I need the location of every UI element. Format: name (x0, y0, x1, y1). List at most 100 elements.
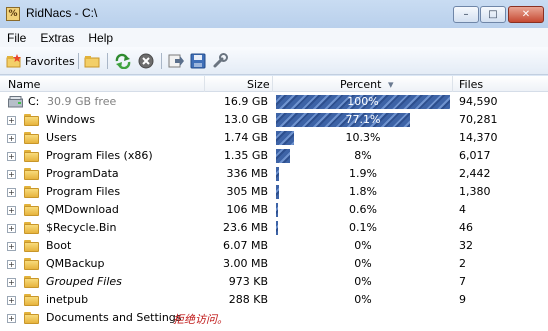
files-cell: 46 (459, 221, 473, 234)
size-cell: 305 MB (226, 185, 268, 198)
folder-name: ProgramData (46, 167, 119, 180)
folder-icon (24, 114, 39, 126)
column-files[interactable]: Files (459, 78, 483, 91)
folder-row[interactable]: + Program Files 305 MB 1.8% 1,380 (0, 183, 548, 201)
drive-row[interactable]: C: 30.9 GB free 16.9 GB 100% 94,590 (0, 93, 548, 111)
expand-toggle-icon[interactable]: + (7, 152, 16, 161)
folder-row[interactable]: + QMDownload 106 MB 0.6% 4 (0, 201, 548, 219)
open-folder-icon (84, 56, 100, 68)
files-cell: 4 (459, 203, 466, 216)
percent-cell: 1.9% (349, 167, 377, 180)
app-icon: % (6, 7, 20, 21)
size-cell: 23.6 MB (222, 221, 268, 234)
folder-icon (24, 168, 39, 180)
folder-name: Windows (46, 113, 96, 126)
folder-name: inetpub (46, 293, 89, 306)
percent-cell: 10.3% (345, 131, 381, 144)
column-name[interactable]: Name (8, 78, 40, 91)
expand-toggle-icon[interactable]: + (7, 224, 16, 233)
expand-toggle-icon[interactable]: + (7, 260, 16, 269)
size-cell: 13.0 GB (223, 113, 268, 126)
folder-row[interactable]: + inetpub 288 KB 0% 9 (0, 291, 548, 309)
files-cell: 1,380 (459, 185, 491, 198)
expand-toggle-icon[interactable]: + (7, 170, 16, 179)
folder-row[interactable]: + Users 1.74 GB 10.3% 14,370 (0, 129, 548, 147)
size-cell: 3.00 MB (222, 257, 268, 270)
folder-icon (24, 150, 39, 162)
toolbar-separator (161, 53, 162, 69)
files-cell: 32 (459, 239, 473, 252)
menu-extras[interactable]: Extras (33, 31, 81, 45)
folder-icon (24, 204, 39, 216)
maximize-button[interactable]: □ (480, 6, 506, 23)
percent-cell: 100% (347, 95, 379, 108)
folder-icon (24, 258, 39, 270)
percent-cell: 8% (354, 149, 372, 162)
expand-toggle-icon[interactable]: + (7, 116, 16, 125)
folder-row[interactable]: + Documents and Settings 拒绝访问。 (0, 309, 548, 327)
column-divider[interactable] (452, 76, 453, 92)
folder-name: Program Files (x86) (46, 149, 153, 162)
menu-help[interactable]: Help (81, 31, 120, 45)
expand-toggle-icon[interactable]: + (7, 314, 16, 323)
save-button[interactable] (190, 52, 206, 70)
expand-toggle-icon[interactable]: + (7, 242, 16, 251)
files-cell: 70,281 (459, 113, 498, 126)
size-cell: 1.74 GB (223, 131, 268, 144)
toolbar-separator (107, 53, 108, 69)
refresh-button[interactable] (114, 52, 132, 70)
access-denied-text: 拒绝访问。 (173, 313, 228, 326)
folder-icon (24, 276, 39, 288)
favorites-button[interactable]: Favorites (6, 52, 75, 70)
folder-name: Boot (46, 239, 72, 252)
expand-toggle-icon[interactable]: + (7, 188, 16, 197)
export-icon (168, 54, 184, 68)
column-percent[interactable]: Percent (340, 78, 381, 91)
percent-cell: 0.6% (349, 203, 377, 216)
expand-toggle-icon[interactable]: + (7, 206, 16, 215)
folder-icon (24, 240, 39, 252)
percent-cell: 0% (354, 239, 372, 252)
column-divider[interactable] (204, 76, 205, 92)
folder-name: Program Files (46, 185, 121, 198)
column-divider[interactable] (272, 76, 273, 92)
folder-icon (24, 312, 39, 324)
folder-row[interactable]: + $Recycle.Bin 23.6 MB 0.1% 46 (0, 219, 548, 237)
folder-row[interactable]: + Program Files (x86) 1.35 GB 8% 6,017 (0, 147, 548, 165)
files-cell: 94,590 (459, 95, 498, 108)
size-cell: 16.9 GB (223, 95, 268, 108)
files-cell: 14,370 (459, 131, 498, 144)
toolbar: Favorites (0, 47, 548, 75)
folder-name: Grouped Files (46, 275, 122, 288)
wrench-icon (213, 53, 228, 68)
folder-icon (24, 294, 39, 306)
minimize-button[interactable]: – (453, 6, 479, 23)
menu-file[interactable]: File (0, 31, 33, 45)
folder-row[interactable]: + Boot 6.07 MB 0% 32 (0, 237, 548, 255)
expand-toggle-icon[interactable]: + (7, 278, 16, 287)
size-cell: 336 MB (226, 167, 268, 180)
open-folder-button[interactable] (84, 52, 100, 70)
title-bar: % RidNacs - C:\ – □ ✕ (0, 0, 548, 28)
folder-row[interactable]: + Windows 13.0 GB 77.1% 70,281 (0, 111, 548, 129)
folder-row[interactable]: + ProgramData 336 MB 1.9% 2,442 (0, 165, 548, 183)
drive-label: C: (28, 95, 40, 108)
folder-name: Users (46, 131, 77, 144)
folder-row[interactable]: + QMBackup 3.00 MB 0% 2 (0, 255, 548, 273)
settings-button[interactable] (212, 52, 228, 70)
expand-toggle-icon[interactable]: + (7, 134, 16, 143)
export-button[interactable] (168, 52, 184, 70)
percent-cell: 0% (354, 293, 372, 306)
favorites-label: Favorites (25, 54, 75, 68)
refresh-icon (115, 53, 131, 69)
stop-button[interactable] (138, 52, 154, 70)
column-size[interactable]: Size (247, 78, 270, 91)
column-header: Name Size Percent ▾ Files (0, 76, 548, 92)
folder-icon (24, 186, 39, 198)
folder-row[interactable]: + Grouped Files 973 KB 0% 7 (0, 273, 548, 291)
close-button[interactable]: ✕ (508, 6, 544, 23)
files-cell: 6,017 (459, 149, 491, 162)
files-cell: 2,442 (459, 167, 491, 180)
size-cell: 6.07 MB (222, 239, 268, 252)
expand-toggle-icon[interactable]: + (7, 296, 16, 305)
